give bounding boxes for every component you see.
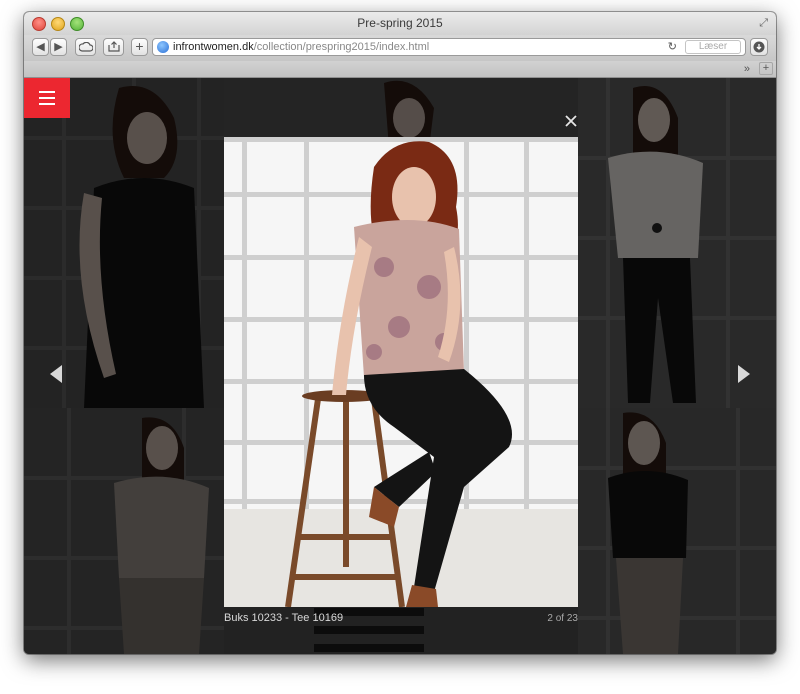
- forward-arrow-icon: ▶: [54, 41, 63, 53]
- minimize-window-button[interactable]: [51, 17, 65, 31]
- product-photo: [224, 137, 578, 607]
- page-content: Buks 10233 - Tee 10169 2 of 23: [24, 78, 776, 654]
- browser-window: Pre-spring 2015 ⤢ ◀ ▶ + infrontwomen.dk/…: [24, 12, 776, 654]
- close-icon[interactable]: [564, 114, 578, 128]
- address-bar[interactable]: infrontwomen.dk/collection/prespring2015…: [152, 38, 746, 56]
- url-path: /collection/prespring2015/index.html: [253, 41, 430, 53]
- globe-icon: [157, 41, 169, 53]
- window-title: Pre-spring 2015: [357, 16, 443, 30]
- url-text[interactable]: infrontwomen.dk/collection/prespring2015…: [173, 39, 429, 55]
- image-counter: 2 of 23: [547, 613, 578, 624]
- downloads-button[interactable]: [750, 38, 768, 56]
- bookmarks-bar: » +: [24, 61, 776, 78]
- hamburger-icon: [39, 91, 55, 93]
- hamburger-icon: [39, 97, 55, 99]
- fullscreen-icon[interactable]: ⤢: [759, 16, 768, 30]
- hamburger-icon: [39, 103, 55, 105]
- add-bookmark-icon[interactable]: +: [759, 62, 773, 75]
- share-button[interactable]: [103, 38, 124, 56]
- title-bar: Pre-spring 2015 ⤢: [24, 12, 776, 35]
- new-tab-button[interactable]: +: [131, 38, 148, 56]
- url-domain: infrontwomen.dk: [173, 41, 254, 53]
- lightbox-caption: Buks 10233 - Tee 10169: [224, 612, 344, 624]
- reader-button[interactable]: Læser: [685, 40, 741, 54]
- cloud-icon: [77, 41, 94, 52]
- share-icon: [107, 41, 120, 52]
- close-window-button[interactable]: [32, 17, 46, 31]
- more-bookmarks-icon[interactable]: »: [744, 61, 750, 77]
- arrow-left-icon[interactable]: [50, 365, 62, 383]
- icloud-tabs-button[interactable]: [75, 38, 96, 56]
- menu-button[interactable]: [24, 78, 70, 118]
- forward-button[interactable]: ▶: [50, 38, 67, 56]
- back-button[interactable]: ◀: [32, 38, 49, 56]
- plus-icon: +: [135, 38, 144, 54]
- arrow-right-icon[interactable]: [738, 365, 750, 383]
- browser-toolbar: ◀ ▶ + infrontwomen.dk/collection/prespri…: [24, 35, 776, 61]
- back-arrow-icon: ◀: [36, 41, 45, 53]
- zoom-window-button[interactable]: [70, 17, 84, 31]
- lightbox-image: [224, 137, 578, 607]
- download-icon: [753, 41, 765, 53]
- reload-icon[interactable]: ↻: [668, 39, 677, 55]
